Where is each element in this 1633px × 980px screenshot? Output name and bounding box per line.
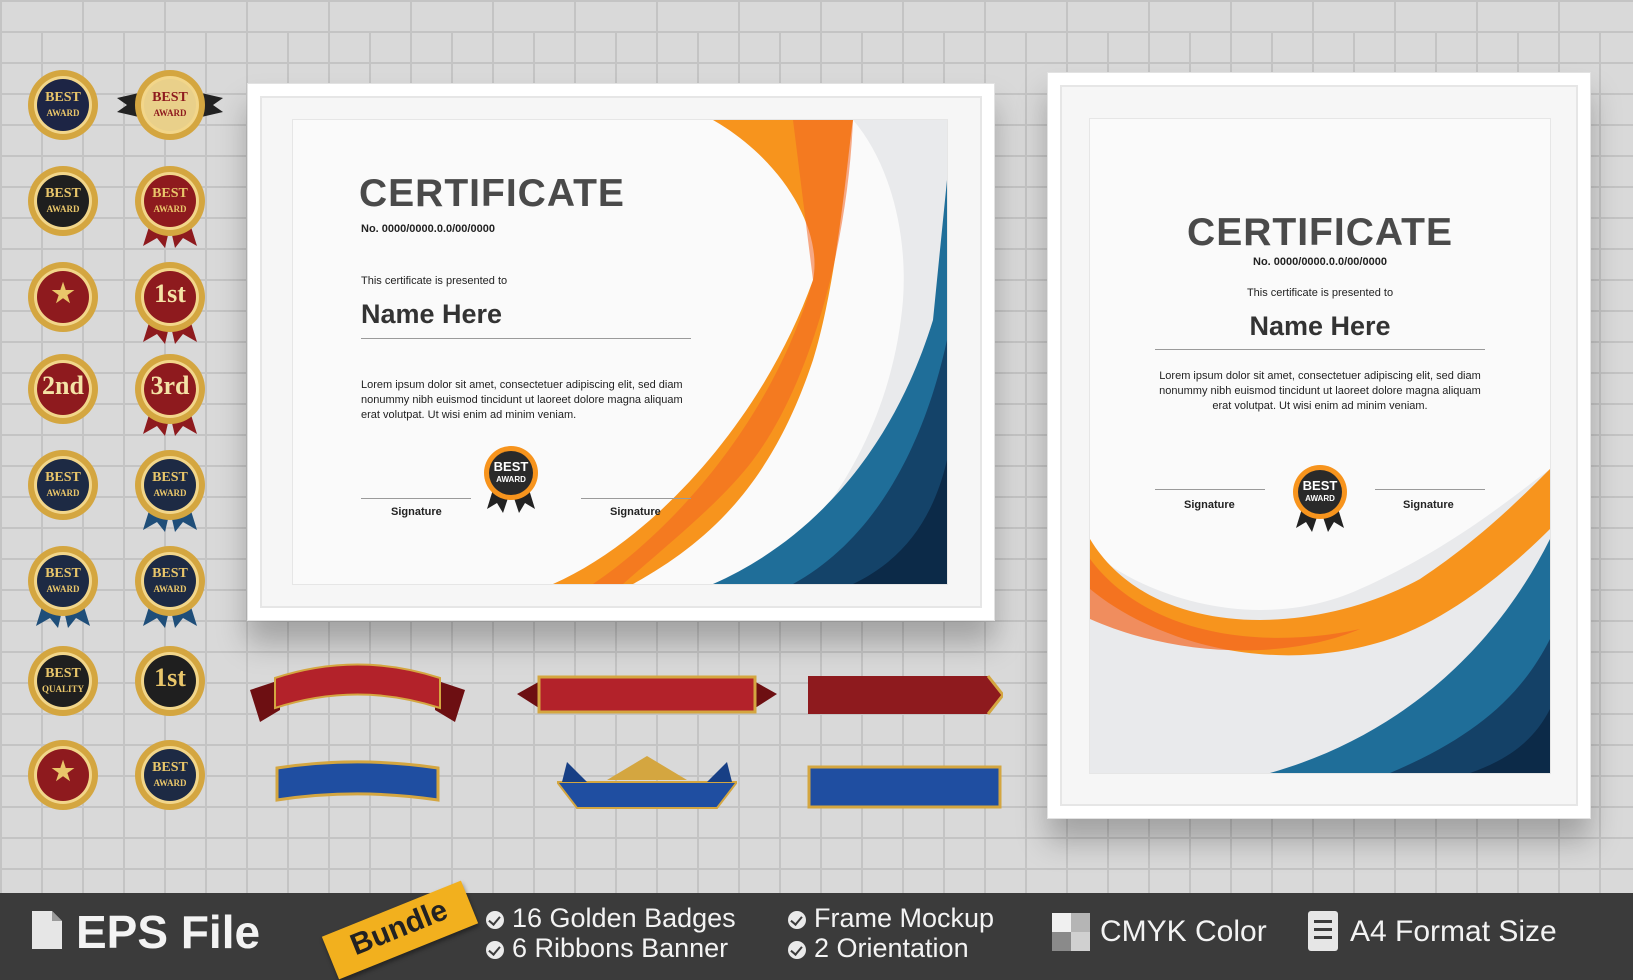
feature-frame-mockup: Frame Mockup [814, 903, 995, 933]
award-badge: ★ [28, 262, 98, 332]
badge-line1: BEST [45, 566, 81, 581]
signature-line-left [361, 498, 471, 499]
signature-line-right [581, 498, 691, 499]
signature-label-left: Signature [1184, 499, 1235, 511]
badge-line1: ★ [51, 279, 75, 308]
badge-line1: BEST [45, 666, 81, 681]
eps-file-label: EPS File [76, 906, 261, 958]
badge-line1: BEST [152, 470, 188, 485]
badge-line1: BEST [152, 566, 188, 581]
badge-line2: AWARD [153, 204, 187, 214]
certificate-body-text: Lorem ipsum dolor sit amet, consectetuer… [1159, 370, 1481, 412]
award-badge: BEST QUALITY [28, 646, 98, 716]
award-badge: 1st [135, 646, 205, 716]
seal-line1: BEST [1302, 478, 1338, 493]
signature-line-right [1375, 489, 1485, 490]
award-badge: 1st [135, 262, 205, 344]
badge-line1: 3rd [150, 371, 190, 400]
badge-line1: 1st [154, 279, 186, 308]
portrait-certificate: CERTIFICATE No. 0000/0000.0.0/00/0000 Th… [1089, 118, 1551, 774]
blue-curved-ribbon [275, 760, 440, 802]
check-icon [486, 941, 504, 959]
check-icon [788, 911, 806, 929]
feature-golden-badges: 16 Golden Badges [512, 903, 736, 933]
badge-line2: AWARD [46, 204, 80, 214]
award-badge: ★ [28, 740, 98, 810]
red-curved-ribbon [250, 663, 465, 722]
blue-folded-ribbon [557, 756, 737, 809]
cmyk-color-icon [1052, 913, 1090, 951]
feature-cmyk-color: CMYK Color [1100, 915, 1267, 948]
presented-to-text: This certificate is presented to [361, 275, 508, 287]
award-badge: BEST AWARD [28, 70, 98, 140]
signature-line-left [1155, 489, 1265, 490]
file-icon [32, 911, 62, 949]
feature-ribbons-banner: 6 Ribbons Banner [512, 933, 729, 963]
badge-line1: BEST [152, 90, 188, 105]
award-badge: 2nd [28, 354, 98, 424]
badge-line1: BEST [152, 760, 188, 775]
feature-bar: EPS File Bundle 16 Golden Badges 6 Ribbo… [0, 880, 1633, 980]
badge-line1: BEST [45, 90, 81, 105]
badge-line2: QUALITY [41, 684, 84, 694]
badge-line2: AWARD [46, 108, 80, 118]
seal-line2: AWARD [1305, 494, 1335, 503]
recipient-name: Name Here [361, 299, 503, 329]
signature-label-right: Signature [610, 506, 661, 518]
certificate-body-text: Lorem ipsum dolor sit amet, consectetuer… [361, 379, 683, 421]
badge-line1: 2nd [42, 371, 84, 400]
badge-line1: ★ [51, 757, 75, 786]
badge-line1: BEST [45, 186, 81, 201]
award-badge: BEST AWARD [28, 166, 98, 236]
award-badge: BEST AWARD [28, 546, 98, 628]
badge-line2: AWARD [153, 778, 187, 788]
badge-line1: BEST [152, 186, 188, 201]
award-badge: BEST AWARD [135, 450, 205, 532]
presented-to-text: This certificate is presented to [1246, 287, 1394, 299]
signature-label-left: Signature [391, 506, 442, 518]
certificate-title: CERTIFICATE [359, 172, 625, 215]
feature-orientation: 2 Orientation [814, 933, 969, 963]
seal-line1: BEST [493, 459, 529, 474]
award-badge: 3rd [135, 354, 205, 436]
badge-line1: BEST [45, 470, 81, 485]
blue-flat-ribbon [807, 765, 1002, 809]
badge-line2: AWARD [46, 584, 80, 594]
award-seal: BEST AWARD [1290, 464, 1350, 534]
award-badge: BEST AWARD [135, 546, 205, 628]
badge-line1: 1st [154, 663, 186, 692]
check-icon [486, 911, 504, 929]
bundle-label: Bundle [345, 893, 453, 963]
name-underline [1155, 349, 1485, 350]
award-badge: BEST AWARD [135, 166, 205, 248]
certificate-number: No. 0000/0000.0.0/00/0000 [1253, 256, 1387, 268]
badge-line2: AWARD [46, 488, 80, 498]
award-badge: BEST AWARD [117, 70, 223, 140]
signature-label-right: Signature [1403, 499, 1454, 511]
badge-line2: AWARD [153, 584, 187, 594]
red-flat-ribbon [517, 675, 777, 714]
check-icon [788, 941, 806, 959]
landscape-certificate: CERTIFICATE No. 0000/0000.0.0/00/0000 Th… [292, 119, 948, 585]
document-icon [1308, 911, 1338, 951]
bundle-tag: Bundle [321, 880, 479, 980]
award-seal: BEST AWARD [481, 445, 541, 515]
certificate-number: No. 0000/0000.0.0/00/0000 [361, 223, 495, 235]
seal-line2: AWARD [496, 475, 526, 484]
name-underline [361, 338, 691, 339]
award-badge: BEST AWARD [135, 740, 205, 810]
badge-line2: AWARD [153, 488, 187, 498]
red-tag-ribbon [808, 675, 1003, 715]
certificate-title: CERTIFICATE [1187, 211, 1453, 254]
feature-a4-format: A4 Format Size [1350, 915, 1557, 948]
badge-line2: AWARD [153, 108, 187, 118]
award-badge: BEST AWARD [28, 450, 98, 520]
recipient-name: Name Here [1249, 311, 1391, 341]
